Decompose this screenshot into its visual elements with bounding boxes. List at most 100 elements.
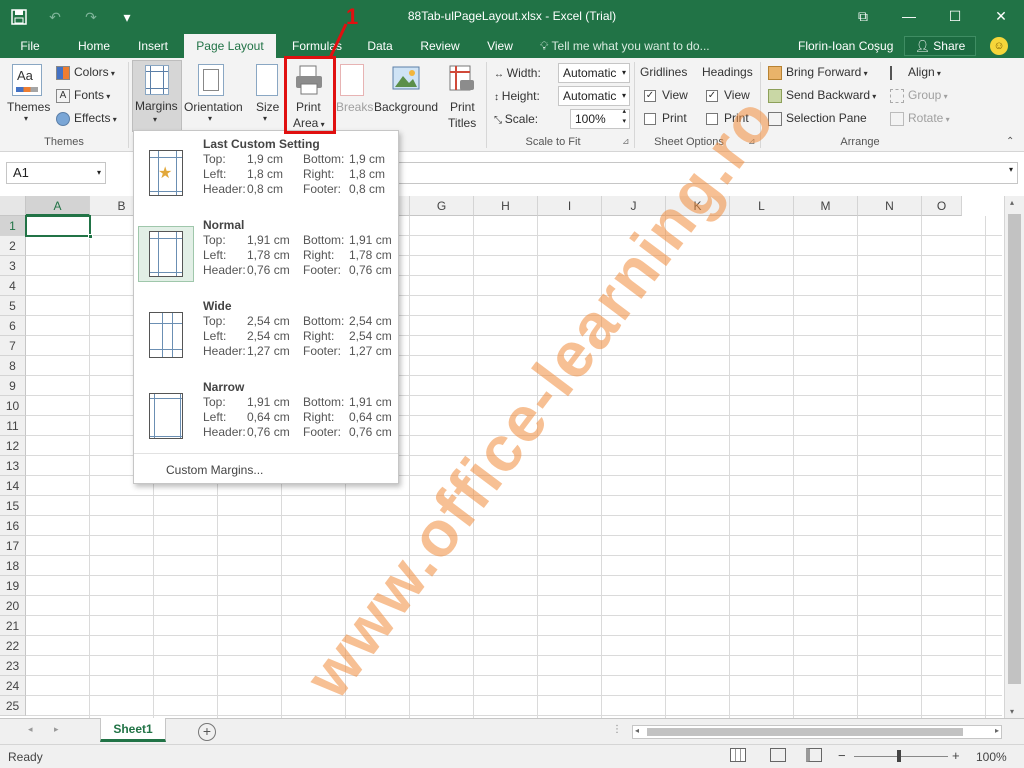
zoom-slider-thumb[interactable] <box>897 750 901 762</box>
row-header[interactable]: 24 <box>0 676 26 696</box>
margin-option-wide[interactable]: Wide Top: 2,54 cm Bottom: 2,54 cm Left: 2,54 c… <box>134 293 398 373</box>
tab-review[interactable]: Review <box>412 34 468 58</box>
row-header[interactable]: 21 <box>0 616 26 636</box>
scroll-up-icon[interactable]: ▴ <box>1010 198 1014 207</box>
row-header[interactable]: 13 <box>0 456 26 476</box>
selection-pane-button[interactable]: Selection Pane <box>768 111 867 126</box>
column-header[interactable]: H <box>474 196 538 216</box>
name-box[interactable]: A1 ▾ <box>6 162 106 184</box>
custom-margins-item[interactable]: Custom Margins... <box>166 463 263 477</box>
scroll-left-icon[interactable]: ◂ <box>635 726 639 735</box>
colors-button[interactable]: Colors ▾ <box>56 65 115 80</box>
align-button[interactable]: Align ▾ <box>890 65 941 80</box>
column-header[interactable]: N <box>858 196 922 216</box>
minimize-button[interactable]: — <box>886 0 932 32</box>
row-header[interactable]: 14 <box>0 476 26 496</box>
row-header[interactable]: 25 <box>0 696 26 716</box>
active-cell[interactable] <box>25 215 91 237</box>
row-header[interactable]: 23 <box>0 656 26 676</box>
fonts-button[interactable]: A Fonts ▾ <box>56 88 110 103</box>
row-header[interactable]: 1 <box>0 216 26 236</box>
effects-button[interactable]: Effects ▾ <box>56 111 117 126</box>
column-header[interactable]: K <box>666 196 730 216</box>
share-button[interactable]: 👤︎ Share <box>904 36 976 56</box>
headings-print-checkbox[interactable]: Print <box>706 111 749 125</box>
next-sheet-icon[interactable]: ▸ <box>54 724 59 735</box>
tab-page-layout[interactable]: Page Layout <box>184 34 276 58</box>
normal-view-icon[interactable] <box>730 748 746 762</box>
row-header[interactable]: 16 <box>0 516 26 536</box>
prev-sheet-icon[interactable]: ◂ <box>28 724 33 735</box>
row-header[interactable]: 4 <box>0 276 26 296</box>
column-header[interactable]: L <box>730 196 794 216</box>
row-header[interactable]: 12 <box>0 436 26 456</box>
width-combo[interactable]: Automatic ▾ <box>558 63 630 83</box>
row-header[interactable]: 8 <box>0 356 26 376</box>
height-combo[interactable]: Automatic ▾ <box>558 86 630 106</box>
row-header[interactable]: 15 <box>0 496 26 516</box>
ribbon-display-options-icon[interactable]: ⧉ <box>840 0 886 32</box>
tab-splitter-icon[interactable]: ⋮ <box>612 724 622 735</box>
zoom-in-icon[interactable]: + <box>952 748 960 763</box>
user-name[interactable]: Florin-Ioan Coşug <box>798 34 893 58</box>
zoom-out-icon[interactable]: − <box>838 748 846 763</box>
row-header[interactable]: 22 <box>0 636 26 656</box>
row-header[interactable]: 11 <box>0 416 26 436</box>
tab-insert[interactable]: Insert <box>128 34 178 58</box>
zoom-level[interactable]: 100% <box>976 750 1007 764</box>
vertical-scroll-thumb[interactable] <box>1008 214 1021 684</box>
scroll-right-icon[interactable]: ▸ <box>995 726 999 735</box>
page-break-preview-icon[interactable] <box>806 748 822 762</box>
select-all-corner[interactable] <box>0 196 26 216</box>
add-sheet-icon[interactable]: + <box>198 723 216 741</box>
vertical-scrollbar[interactable]: ▴ ▾ <box>1004 196 1024 718</box>
row-header[interactable]: 19 <box>0 576 26 596</box>
row-header[interactable]: 18 <box>0 556 26 576</box>
column-header[interactable]: A <box>26 196 90 216</box>
column-header[interactable]: O <box>922 196 962 216</box>
send-backward-button[interactable]: Send Backward ▾ <box>768 88 876 103</box>
row-header[interactable]: 7 <box>0 336 26 356</box>
row-header[interactable]: 2 <box>0 236 26 256</box>
feedback-smiley-icon[interactable]: ☺ <box>990 37 1008 55</box>
scale-spinner[interactable]: 100% ▴ ▾ <box>570 108 630 129</box>
margin-option-last-custom[interactable]: ★ Last Custom Setting Top: 1,9 cm Bottom: 1,9… <box>134 131 398 211</box>
margin-option-narrow[interactable]: Narrow Top: 1,91 cm Bottom: 1,91 cm Left: 0,64… <box>134 374 398 454</box>
tab-view[interactable]: View <box>478 34 522 58</box>
column-header[interactable]: J <box>602 196 666 216</box>
tab-data[interactable]: Data <box>358 34 402 58</box>
scroll-down-icon[interactable]: ▾ <box>1010 707 1014 716</box>
row-header[interactable]: 9 <box>0 376 26 396</box>
column-header[interactable]: G <box>410 196 474 216</box>
collapse-ribbon-icon[interactable]: ⌃ <box>1006 136 1014 147</box>
tab-file[interactable]: File <box>10 34 50 58</box>
row-header[interactable]: 10 <box>0 396 26 416</box>
close-button[interactable]: ✕ <box>978 0 1024 32</box>
group-button[interactable]: Group ▾ <box>890 88 948 103</box>
page-layout-view-icon[interactable] <box>770 748 786 762</box>
zoom-slider[interactable] <box>854 756 948 757</box>
horizontal-scroll-thumb[interactable] <box>647 728 963 736</box>
horizontal-scrollbar[interactable]: ◂ ▸ <box>632 725 1002 739</box>
headings-view-checkbox[interactable]: ✓ View <box>706 88 750 102</box>
row-header[interactable]: 6 <box>0 316 26 336</box>
row-header[interactable]: 3 <box>0 256 26 276</box>
bring-forward-button[interactable]: Bring Forward ▾ <box>768 65 868 80</box>
tab-home[interactable]: Home <box>68 34 120 58</box>
margins-button[interactable]: Margins ▾ <box>132 60 182 132</box>
row-header[interactable]: 20 <box>0 596 26 616</box>
maximize-button[interactable]: ☐ <box>932 0 978 32</box>
tell-me-box[interactable]: 💡︎ Tell me what you want to do... <box>540 34 710 58</box>
column-header[interactable]: M <box>794 196 858 216</box>
rotate-button[interactable]: Rotate ▾ <box>890 111 950 126</box>
margin-option-normal[interactable]: Normal Top: 1,91 cm Bottom: 1,91 cm Left: 1,78… <box>134 212 398 292</box>
scale-dialog-launcher-icon[interactable]: ⊿ <box>622 136 630 147</box>
sheet-tab[interactable]: Sheet1 <box>100 718 166 742</box>
gridlines-view-checkbox[interactable]: ✓ View <box>644 88 688 102</box>
gridlines-print-checkbox[interactable]: Print <box>644 111 687 125</box>
row-header[interactable]: 17 <box>0 536 26 556</box>
sheet-options-dialog-launcher-icon[interactable]: ⊿ <box>748 136 756 147</box>
fill-handle[interactable] <box>88 234 93 239</box>
row-header[interactable]: 5 <box>0 296 26 316</box>
column-header[interactable]: I <box>538 196 602 216</box>
